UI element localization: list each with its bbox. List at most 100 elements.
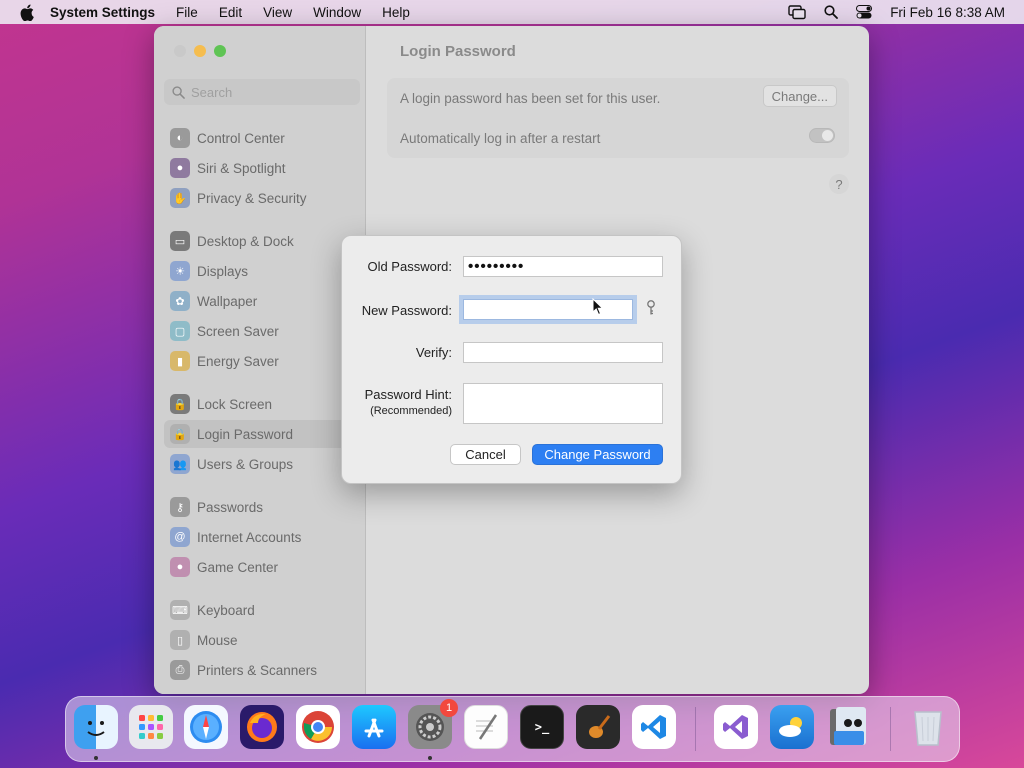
sidebar-item-mouse[interactable]: ▯ Mouse xyxy=(164,626,360,654)
dock-firefox-icon[interactable] xyxy=(240,705,284,749)
dock-app-store-icon[interactable] xyxy=(352,705,396,749)
login-password-panel: A login password has been set for this u… xyxy=(387,78,849,158)
old-password-field[interactable] xyxy=(463,256,663,277)
sidebar-item-keyboard[interactable]: ⌨ Keyboard xyxy=(164,596,360,624)
system-settings-running-indicator xyxy=(428,756,432,760)
password-hint-label-text: Password Hint: xyxy=(364,387,452,402)
dock-chrome-icon[interactable] xyxy=(296,705,340,749)
sun-icon: ☀ xyxy=(170,261,190,281)
dock-visual-studio-icon[interactable] xyxy=(714,705,758,749)
sidebar-item-label: Displays xyxy=(197,263,249,279)
sidebar-item-label: Wallpaper xyxy=(197,293,258,309)
sidebar-item-game-center[interactable]: ● Game Center xyxy=(164,553,360,581)
dock-launchpad-icon[interactable] xyxy=(129,705,173,749)
password-hint-sublabel: (Recommended) xyxy=(370,405,452,417)
sidebar-item-control-center[interactable]: ◐ Control Center xyxy=(164,124,360,152)
mouse-pointer-icon xyxy=(592,297,604,319)
dock-trash-icon[interactable] xyxy=(906,705,950,749)
sidebar-item-siri-spotlight[interactable]: ● Siri & Spotlight xyxy=(164,154,360,182)
screen-mirroring-icon[interactable] xyxy=(788,4,806,20)
sidebar-item-privacy-security[interactable]: ✋ Privacy & Security xyxy=(164,184,360,212)
printer-icon: ⎙ xyxy=(170,660,190,680)
apple-menu-icon[interactable] xyxy=(18,3,36,21)
file-menu[interactable]: File xyxy=(176,5,198,20)
auto-login-toggle[interactable] xyxy=(809,128,835,143)
sidebar-item-label: Privacy & Security xyxy=(197,190,307,206)
dock-vscode-icon[interactable] xyxy=(632,705,676,749)
cancel-button[interactable]: Cancel xyxy=(450,444,521,465)
verify-field[interactable] xyxy=(463,342,663,363)
dock-finder-icon[interactable] xyxy=(74,705,118,749)
search-input[interactable] xyxy=(191,84,351,100)
dock-preview-icon[interactable] xyxy=(826,705,870,749)
dock-separator-trash xyxy=(890,707,891,751)
view-menu[interactable]: View xyxy=(263,5,292,20)
sidebar-item-wallpaper[interactable]: ✿ Wallpaper xyxy=(164,287,360,315)
sidebar-item-printers-scanners[interactable]: ⎙ Printers & Scanners xyxy=(164,656,360,684)
close-window-button[interactable] xyxy=(174,45,186,57)
new-password-field[interactable] xyxy=(463,299,633,320)
game-center-icon: ● xyxy=(170,557,190,577)
password-assistant-key-icon[interactable] xyxy=(646,300,656,319)
password-hint-label: Password Hint: (Recommended) xyxy=(365,387,452,417)
mouse-icon: ▯ xyxy=(170,630,190,650)
dock-terminal-icon[interactable]: >_ xyxy=(520,705,564,749)
app-menu[interactable]: System Settings xyxy=(50,5,155,20)
sidebar-item-label: Keyboard xyxy=(197,602,255,618)
edit-menu[interactable]: Edit xyxy=(219,5,242,20)
sidebar-item-label: Siri & Spotlight xyxy=(197,160,286,176)
sidebar-item-label: Login Password xyxy=(197,426,294,442)
zoom-window-button[interactable] xyxy=(214,45,226,57)
dock-safari-icon[interactable] xyxy=(184,705,228,749)
dock-separator xyxy=(695,707,696,751)
sidebar-item-label: Desktop & Dock xyxy=(197,233,294,249)
sidebar-item-label: Mouse xyxy=(197,632,238,648)
terminal-glyph: >_ xyxy=(534,720,550,734)
flower-icon: ✿ xyxy=(170,291,190,311)
sidebar: ◐ Control Center ● Siri & Spotlight ✋ Privacy… xyxy=(154,26,366,694)
change-password-button[interactable]: Change... xyxy=(762,85,837,107)
sidebar-item-label: Users & Groups xyxy=(197,456,294,472)
sidebar-item-login-password[interactable]: 🔒 Login Password xyxy=(164,420,360,448)
sidebar-item-label: Control Center xyxy=(197,130,285,146)
sidebar-item-screen-saver[interactable]: ▢ Screen Saver xyxy=(164,317,360,345)
sidebar-item-label: Internet Accounts xyxy=(197,529,302,545)
at-icon: @ xyxy=(170,527,190,547)
system-settings-badge: 1 xyxy=(440,699,458,717)
lock-icon: 🔒 xyxy=(170,424,190,444)
sidebar-item-label: Passwords xyxy=(197,499,264,515)
dock: 1 >_ xyxy=(65,696,960,762)
spotlight-search-icon[interactable] xyxy=(824,5,839,19)
sidebar-item-users-groups[interactable]: 👥 Users & Groups xyxy=(164,450,360,478)
dock-icon: ▭ xyxy=(170,231,190,251)
password-hint-field[interactable] xyxy=(463,383,663,424)
auto-login-label: Automatically log in after a restart xyxy=(400,130,601,146)
password-status-row: A login password has been set for this u… xyxy=(400,78,660,118)
change-password-confirm-button[interactable]: Change Password xyxy=(532,444,663,465)
dock-weather-icon[interactable] xyxy=(770,705,814,749)
sidebar-item-label: Energy Saver xyxy=(197,353,279,369)
sidebar-search[interactable] xyxy=(164,79,360,105)
sidebar-item-label: Printers & Scanners xyxy=(197,662,318,678)
auto-login-row: Automatically log in after a restart xyxy=(400,118,600,158)
sidebar-item-desktop-dock[interactable]: ▭ Desktop & Dock xyxy=(164,227,360,255)
sidebar-item-energy-saver[interactable]: ▮ Energy Saver xyxy=(164,347,360,375)
dock-garageband-icon[interactable] xyxy=(576,705,620,749)
sidebar-item-internet-accounts[interactable]: @ Internet Accounts xyxy=(164,523,360,551)
menu-bar: System Settings File Edit View Window He… xyxy=(0,0,1024,24)
menu-bar-clock[interactable]: Fri Feb 16 8:38 AM xyxy=(890,5,1005,20)
finder-running-indicator xyxy=(94,756,98,760)
help-button[interactable]: ? xyxy=(829,174,849,194)
hand-icon: ✋ xyxy=(170,188,190,208)
sidebar-item-label: Screen Saver xyxy=(197,323,279,339)
sidebar-item-displays[interactable]: ☀ Displays xyxy=(164,257,360,285)
dock-textedit-icon[interactable] xyxy=(464,705,508,749)
minimize-window-button[interactable] xyxy=(194,45,206,57)
sidebar-item-lock-screen[interactable]: 🔒 Lock Screen xyxy=(164,390,360,418)
control-center-icon[interactable] xyxy=(856,5,873,19)
window-menu[interactable]: Window xyxy=(313,5,361,20)
old-password-label: Old Password: xyxy=(367,259,452,274)
help-menu[interactable]: Help xyxy=(382,5,410,20)
sidebar-item-passwords[interactable]: ⚷ Passwords xyxy=(164,493,360,521)
siri-icon: ● xyxy=(170,158,190,178)
